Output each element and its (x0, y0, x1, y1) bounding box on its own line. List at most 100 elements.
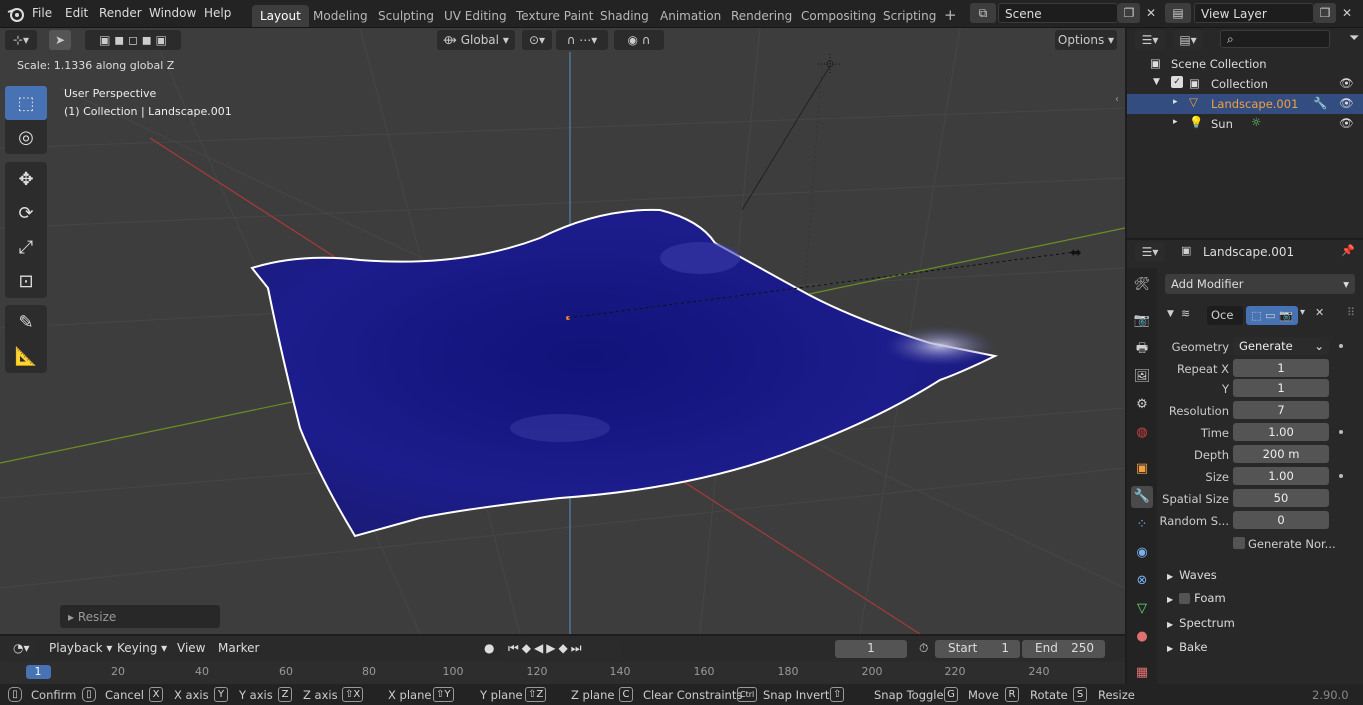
current-frame-field[interactable]: 1 (835, 640, 907, 658)
outliner-row-scene-collection[interactable]: ▣ Scene Collection (1127, 54, 1363, 74)
move-tool-icon[interactable]: ✥ (5, 162, 47, 196)
keying-menu[interactable]: Keying ▾ (112, 640, 172, 658)
expand-arrow-icon[interactable]: ▸ (1173, 117, 1178, 127)
marker-menu[interactable]: Marker (213, 640, 264, 658)
blender-logo-icon[interactable] (6, 4, 26, 24)
timer-icon[interactable]: ⏱ (914, 640, 933, 658)
keyframe-dot[interactable] (1339, 430, 1343, 434)
snap-icon[interactable]: ∩ ⋯▾ (556, 30, 608, 50)
output-tab-icon[interactable]: 🖶 (1131, 338, 1153, 360)
menu-window[interactable]: Window (149, 6, 196, 20)
tab-uv-editing[interactable]: UV Editing (436, 5, 515, 27)
3d-viewport[interactable]: ⬌ ⊹▾ ➤ ▣ ◼ ◻ ◼ ▣ ⟴ Global ▾ ⊙▾ ∩ ⋯▾ ◉ ∩ … (0, 28, 1125, 634)
tab-animation[interactable]: Animation (652, 5, 729, 27)
keyframe-dot[interactable] (1339, 344, 1343, 348)
tab-layout[interactable]: Layout (252, 5, 309, 27)
data-tab-icon[interactable]: ▽ (1131, 598, 1153, 620)
sidebar-toggle-icon[interactable]: ‹ (1115, 94, 1119, 105)
tab-texture-paint[interactable]: Texture Paint (508, 5, 601, 27)
delete-view-layer-icon[interactable]: ✕ (1336, 3, 1358, 23)
tab-shading[interactable]: Shading (592, 5, 657, 27)
record-icon[interactable]: ● (479, 640, 499, 658)
keyframe-dot[interactable] (1339, 474, 1343, 478)
proportional-edit-icon[interactable]: ◉ ∩ (614, 30, 664, 50)
annotate-tool-icon[interactable]: ✎ (5, 305, 47, 339)
properties-editor-type-icon[interactable]: ☰▾ (1135, 242, 1165, 262)
foam-checkbox[interactable] (1179, 593, 1191, 604)
new-view-layer-icon[interactable]: ❐ (1314, 3, 1336, 23)
operator-redo-panel[interactable]: ▸ Resize (60, 605, 220, 628)
bake-subpanel[interactable]: ▶ Bake (1167, 640, 1207, 654)
outliner-editor-type-icon[interactable]: ☰▾ (1135, 30, 1165, 50)
foam-subpanel[interactable]: ▶ Foam (1167, 591, 1226, 605)
cursor-tool-icon[interactable]: ◎ (5, 120, 47, 154)
menu-help[interactable]: Help (204, 6, 231, 20)
viewport-scene[interactable]: ⬌ (0, 28, 1125, 634)
sun-light-data-icon[interactable]: ☼ (1251, 115, 1261, 129)
tab-sculpting[interactable]: Sculpting (370, 5, 442, 27)
pin-icon[interactable]: 📌 (1341, 244, 1355, 257)
spectrum-subpanel[interactable]: ▶ Spectrum (1167, 616, 1235, 630)
expand-arrow-icon[interactable]: ▸ (1173, 97, 1178, 107)
collapse-arrow-icon[interactable]: ▼ (1167, 309, 1174, 319)
repeat-y-field[interactable]: 1 (1233, 379, 1329, 397)
remove-modifier-icon[interactable]: ✕ (1315, 306, 1324, 319)
time-field[interactable]: 1.00 (1233, 423, 1329, 441)
modifier-wrench-icon[interactable]: 🔧 (1313, 96, 1327, 110)
render-tab-icon[interactable]: 📷 (1131, 310, 1153, 332)
object-tab-icon[interactable]: ▣ (1131, 458, 1153, 480)
outliner-row-landscape[interactable]: ▸ ▽ Landscape.001 🔧 👁 (1127, 94, 1363, 114)
timeline-editor-type-icon[interactable]: ◔▾ (8, 640, 36, 658)
outliner-row-sun[interactable]: ▸ 💡 Sun ☼ 👁 (1127, 114, 1363, 134)
visibility-eye-icon[interactable]: 👁 (1339, 76, 1354, 90)
scene-name-field[interactable]: Scene (998, 3, 1118, 23)
measure-tool-icon[interactable]: 📐 (5, 339, 47, 373)
material-tab-icon[interactable]: ● (1131, 626, 1153, 648)
collection-checkbox[interactable]: ✓ (1171, 76, 1183, 88)
end-frame-field[interactable]: End 250 (1022, 640, 1105, 658)
random-seed-field[interactable]: 0 (1233, 511, 1329, 529)
tab-compositing[interactable]: Compositing (793, 5, 884, 27)
visibility-eye-icon[interactable]: 👁 (1339, 96, 1354, 110)
view-menu[interactable]: View (172, 640, 210, 658)
ocean-mesh[interactable] (250, 208, 999, 538)
selection-mode-buttons[interactable]: ▣ ◼ ◻ ◼ ▣ (85, 30, 181, 50)
start-frame-field[interactable]: Start 1 (935, 640, 1020, 658)
generate-normals-checkbox[interactable] (1233, 537, 1245, 549)
display-mode-icon[interactable]: ▤▾ (1173, 30, 1203, 50)
playback-menu[interactable]: Playback ▾ (44, 640, 117, 658)
expand-arrow-icon[interactable]: ▼ (1153, 77, 1160, 87)
particles-tab-icon[interactable]: ⁘ (1131, 514, 1153, 536)
modifier-menu-chevron-icon[interactable]: ▾ (1300, 307, 1305, 318)
outliner-search-input[interactable]: ⌕ (1220, 30, 1330, 48)
world-tab-icon[interactable]: ◍ (1131, 422, 1153, 444)
modifier-visibility-toggles[interactable]: ⬚ ▭ 📷 (1246, 306, 1298, 325)
tab-rendering[interactable]: Rendering (723, 5, 800, 27)
view-layer-tab-icon[interactable]: 🖼 (1131, 366, 1153, 388)
constraints-tab-icon[interactable]: ⊗ (1131, 570, 1153, 592)
view-layer-selector-icon[interactable]: ▤ (1165, 3, 1191, 23)
select-mode-icon[interactable]: ➤ (49, 30, 71, 50)
scene-selector-icon[interactable]: ⧉ (970, 3, 996, 23)
options-dropdown[interactable]: Options ▾ (1055, 30, 1117, 50)
transform-tool-icon[interactable]: ⊡ (5, 264, 47, 298)
geometry-dropdown[interactable]: Generate ⌄ (1233, 337, 1329, 355)
drag-handle-icon[interactable]: ⠿ (1347, 306, 1355, 319)
resolution-field[interactable]: 7 (1233, 401, 1329, 419)
tab-scripting[interactable]: Scripting (875, 5, 944, 27)
rotate-tool-icon[interactable]: ⟳ (5, 196, 47, 230)
add-modifier-dropdown[interactable]: Add Modifier ▾ (1165, 274, 1355, 294)
editor-type-icon[interactable]: ⊹▾ (5, 30, 37, 50)
add-workspace-icon[interactable]: + (936, 5, 965, 27)
size-field[interactable]: 1.00 (1233, 467, 1329, 485)
texture-tab-icon[interactable]: ▦ (1131, 662, 1153, 684)
scene-tab-icon[interactable]: ⚙ (1131, 394, 1153, 416)
delete-scene-icon[interactable]: ✕ (1140, 3, 1162, 23)
outliner-row-collection[interactable]: ▼ ✓ ▣ Collection 👁 (1127, 74, 1363, 94)
physics-tab-icon[interactable]: ◉ (1131, 542, 1153, 564)
pivot-point-icon[interactable]: ⊙▾ (522, 30, 552, 50)
tool-tab-icon[interactable]: 🛠 (1131, 274, 1153, 296)
depth-field[interactable]: 200 m (1233, 445, 1329, 463)
orientation-dropdown[interactable]: ⟴ Global ▾ (437, 30, 515, 50)
spatial-size-field[interactable]: 50 (1233, 489, 1329, 507)
